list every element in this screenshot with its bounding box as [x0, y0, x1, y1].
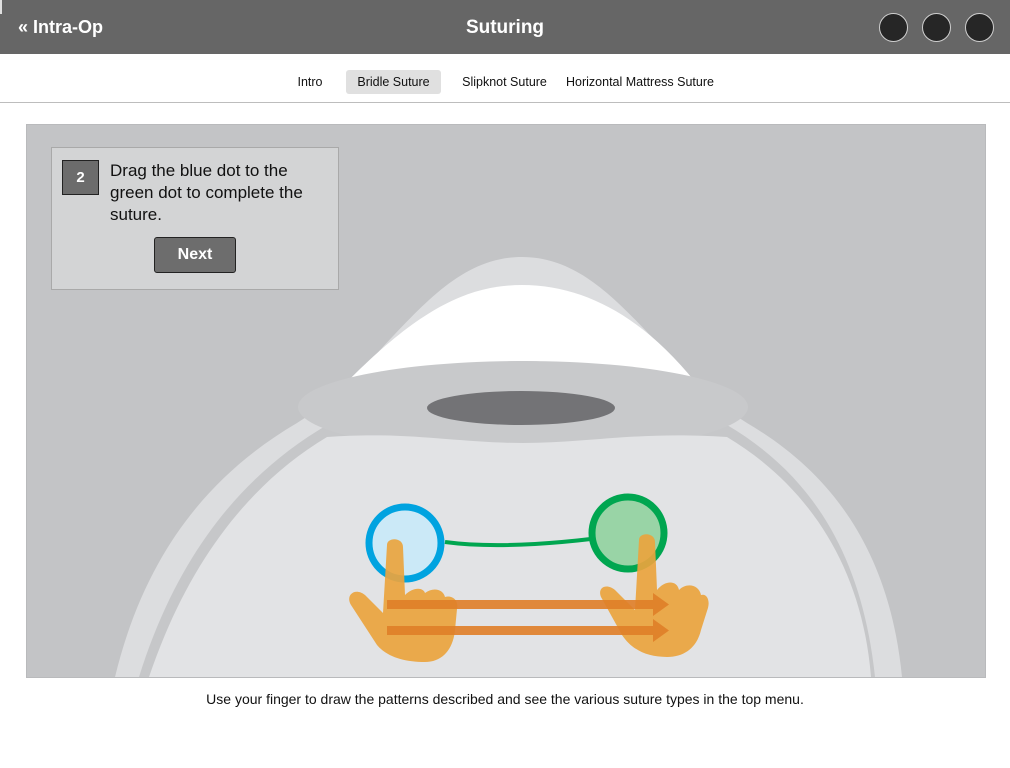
circle-button-2[interactable]	[922, 13, 951, 42]
tab-bridle-suture[interactable]: Bridle Suture	[346, 70, 441, 94]
page-title: Suturing	[465, 17, 545, 38]
tab-intro[interactable]: Intro	[292, 70, 328, 94]
instruction-panel: 2 Drag the blue dot to the green dot to …	[51, 147, 339, 290]
circle-button-3[interactable]	[965, 13, 994, 42]
corner-mark	[0, 0, 2, 14]
blue-dot	[365, 503, 445, 583]
tab-horizontal-mattress-suture[interactable]: Horizontal Mattress Suture	[565, 70, 715, 94]
suture-canvas[interactable]: 2 Drag the blue dot to the green dot to …	[26, 124, 986, 678]
suture-tab-bar: Intro Bridle Suture Slipknot Suture Hori…	[0, 54, 1010, 103]
top-bar: « Intra-Op Suturing	[0, 0, 1010, 54]
step-number-badge: 2	[62, 160, 99, 195]
pupil-opening	[427, 391, 615, 425]
back-intra-op-link[interactable]: « Intra-Op	[18, 17, 103, 38]
footer-hint: Use your finger to draw the patterns des…	[206, 691, 804, 707]
tab-slipknot-suture[interactable]: Slipknot Suture	[458, 70, 551, 94]
circle-button-1[interactable]	[879, 13, 908, 42]
next-button[interactable]: Next	[154, 237, 236, 273]
instruction-text: Drag the blue dot to the green dot to co…	[110, 161, 303, 224]
